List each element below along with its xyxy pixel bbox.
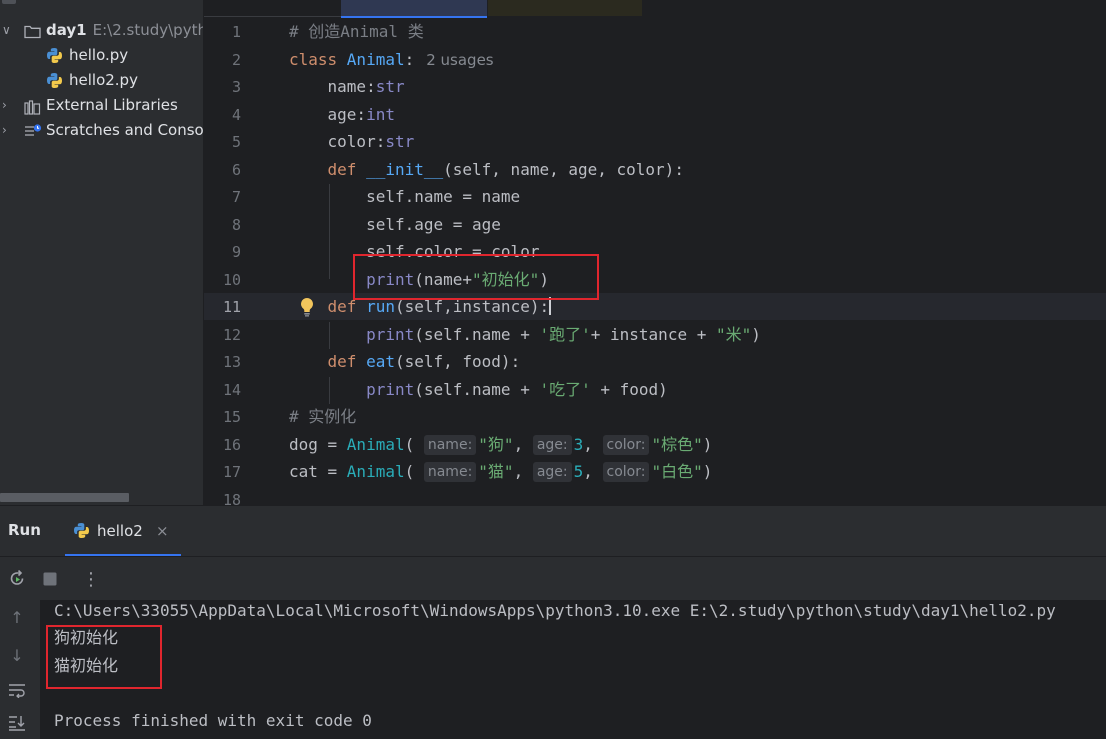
close-icon[interactable]: × bbox=[156, 522, 169, 540]
scroll-to-end-icon[interactable] bbox=[6, 712, 28, 734]
line-number: 12 bbox=[222, 326, 241, 344]
code-line-5: color:str bbox=[289, 132, 415, 151]
chevron-right-icon[interactable]: › bbox=[2, 93, 7, 118]
code-line-15: # 实例化 bbox=[289, 403, 356, 430]
line-number: 1 bbox=[231, 23, 241, 41]
highlight-box-output bbox=[46, 625, 162, 689]
line-number: 18 bbox=[222, 491, 241, 505]
tree-item-scratches[interactable]: › Scratches and Consol bbox=[0, 118, 203, 143]
tree-item-day1[interactable]: ∨ day1 E:\2.study\pytho bbox=[0, 18, 203, 43]
line-number: 15 bbox=[222, 408, 241, 426]
line-number: 14 bbox=[222, 381, 241, 399]
line-number: 5 bbox=[231, 133, 241, 151]
line-number-current: 11 bbox=[222, 298, 241, 316]
toolbar-divider bbox=[0, 556, 1106, 557]
line-number: 9 bbox=[231, 243, 241, 261]
code-line-16: dog = Animal( name: "狗", age: 3, color: "棕色… bbox=[289, 435, 713, 455]
horizontal-scrollbar[interactable] bbox=[0, 493, 129, 502]
line-number: 2 bbox=[231, 51, 241, 69]
tab-active[interactable] bbox=[341, 0, 487, 18]
project-header-cut bbox=[0, 0, 203, 16]
console-exit-message: Process finished with exit code 0 bbox=[54, 711, 372, 730]
file-name: hello.py bbox=[69, 46, 129, 64]
tab-hello2[interactable]: hello2 × bbox=[65, 505, 181, 556]
code-line-2: class Animal: 2 usages bbox=[289, 50, 494, 69]
line-number: 13 bbox=[222, 353, 241, 371]
rerun-icon[interactable] bbox=[6, 568, 28, 590]
project-panel: ∨ day1 E:\2.study\pytho hello.py hello2.p… bbox=[0, 0, 203, 505]
run-panel: Run hello2 × ⋮ ↑ ↓ C:\Users\33055\AppDat… bbox=[0, 505, 1106, 739]
more-icon[interactable]: ⋮ bbox=[80, 568, 102, 590]
usages-hint[interactable]: 2 usages bbox=[426, 51, 493, 69]
file-name: hello2.py bbox=[69, 71, 138, 89]
code-line-17: cat = Animal( name: "猫", age: 5, color: "白色… bbox=[289, 462, 713, 482]
highlight-box-print bbox=[353, 254, 599, 300]
line-number: 6 bbox=[231, 161, 241, 179]
code-line-1: # 创造Animal 类 bbox=[289, 18, 424, 45]
console-output[interactable]: C:\Users\33055\AppData\Local\Microsoft\W… bbox=[40, 600, 1106, 739]
code-line-13: def eat(self, food): bbox=[327, 352, 521, 371]
stop-icon[interactable] bbox=[39, 568, 61, 590]
line-number: 3 bbox=[231, 78, 241, 96]
code-line-8: self.age = age bbox=[289, 215, 501, 234]
console-command-line: C:\Users\33055\AppData\Local\Microsoft\W… bbox=[54, 601, 1056, 620]
tree-item-hello-py[interactable]: hello.py bbox=[0, 43, 203, 68]
tree-item-external-libraries[interactable]: › External Libraries bbox=[0, 93, 203, 118]
line-number: 8 bbox=[231, 216, 241, 234]
param-hint-color: color: bbox=[602, 435, 650, 455]
intention-bulb-icon[interactable] bbox=[299, 297, 315, 317]
tree-label: External Libraries bbox=[46, 96, 178, 114]
comment: # 创造Animal 类 bbox=[289, 22, 424, 41]
tab-label: hello2 bbox=[97, 522, 143, 540]
code-line-12: print(self.name + '跑了'+ instance + "米") bbox=[366, 325, 761, 344]
line-number: 17 bbox=[222, 463, 241, 481]
soft-wrap-icon[interactable] bbox=[6, 679, 28, 701]
scratches-icon bbox=[24, 122, 42, 147]
code-line-14: print(self.name + '吃了' + food) bbox=[366, 380, 668, 399]
python-file-icon bbox=[73, 522, 90, 543]
code-editor[interactable]: 1 2 3 4 5 6 7 8 9 10 11 12 13 14 15 16 1… bbox=[204, 0, 1106, 505]
param-hint-age: age: bbox=[532, 462, 572, 482]
chevron-down-icon[interactable]: ∨ bbox=[2, 18, 11, 43]
line-number: 7 bbox=[231, 188, 241, 206]
line-number: 10 bbox=[222, 271, 241, 289]
line-number: 4 bbox=[231, 106, 241, 124]
param-hint-name: name: bbox=[423, 462, 477, 482]
param-hint-name: name: bbox=[423, 435, 477, 455]
code-line-6: def __init__(self, name, age, color): bbox=[327, 160, 684, 179]
folder-path: E:\2.study\pytho bbox=[92, 21, 203, 39]
run-side-toolbar: ↑ ↓ bbox=[0, 600, 40, 739]
code-line-3: name:str bbox=[289, 77, 405, 96]
comment: # 实例化 bbox=[289, 407, 357, 426]
code-line-7: self.name = name bbox=[289, 187, 521, 206]
code-line-4: age:int bbox=[289, 105, 395, 124]
param-hint-age: age: bbox=[532, 435, 572, 455]
arrow-up-icon[interactable]: ↑ bbox=[6, 606, 28, 628]
editor-tabs-strip bbox=[204, 0, 1106, 18]
line-number: 16 bbox=[222, 436, 241, 454]
param-hint-color: color: bbox=[602, 462, 650, 482]
chevron-right-icon[interactable]: › bbox=[2, 118, 7, 143]
run-title: Run bbox=[8, 521, 41, 539]
folder-name: day1 bbox=[46, 21, 87, 39]
tree-item-hello2-py[interactable]: hello2.py bbox=[0, 68, 203, 93]
tree-label: Scratches and Consol bbox=[46, 121, 203, 139]
tab-inactive[interactable] bbox=[488, 0, 642, 16]
arrow-down-icon[interactable]: ↓ bbox=[6, 644, 28, 666]
